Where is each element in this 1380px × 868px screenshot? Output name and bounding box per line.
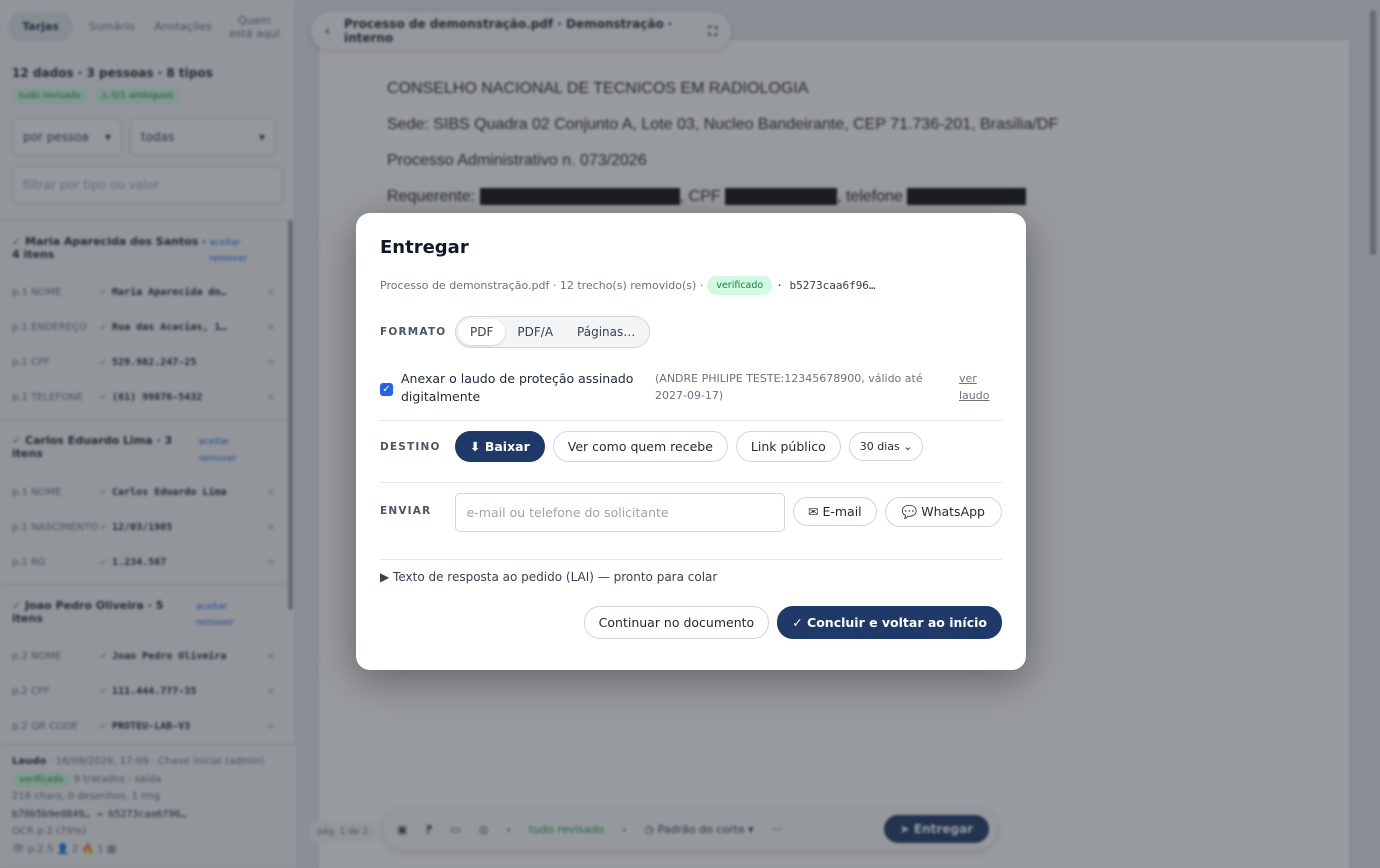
view-laudo-link[interactable]: ver laudo — [959, 370, 999, 404]
chat-bubble-icon: 💬 — [901, 504, 922, 520]
signer-info: (ANDRE PHILIPE TESTE:12345678900, válido… — [655, 372, 923, 403]
dialog-meta: Processo de demonstração.pdf · 12 trecho… — [380, 276, 1002, 295]
finish-button[interactable]: ✓ Concluir e voltar ao início — [777, 606, 1002, 640]
recipient-input[interactable]: e-mail ou telefone do solicitante — [454, 493, 786, 533]
download-button[interactable]: ⬇ Baixar — [455, 431, 545, 463]
deliver-dialog: Entregar Processo de demonstração.pdf · … — [356, 213, 1026, 670]
chevron-down-icon: ⌄ — [903, 440, 913, 454]
view-as-recipient-button[interactable]: Ver como quem recebe — [552, 431, 728, 463]
document-hash: · b5273caa6f96… — [776, 279, 876, 292]
public-link-button[interactable]: Link público — [735, 431, 841, 463]
continue-button[interactable]: Continuar no documento — [583, 606, 770, 640]
destination-row: DESTINO ⬇ Baixar Ver como quem recebe Li… — [380, 431, 1002, 484]
whatsapp-button[interactable]: 💬 WhatsApp — [884, 497, 1002, 528]
meta-text: Processo de demonstração.pdf · 12 trecho… — [380, 279, 704, 292]
mail-icon: ✉ — [808, 504, 823, 520]
send-label: ENVIAR — [380, 505, 432, 518]
format-pdf[interactable]: PDF — [458, 319, 506, 345]
triangle-right-icon: ▶ — [380, 570, 394, 585]
email-button[interactable]: ✉ E-mail — [793, 497, 877, 527]
format-segmented: PDF PDF/A Páginas… — [455, 316, 651, 348]
send-row: ENVIAR e-mail ou telefone do solicitante… — [380, 493, 1002, 561]
format-label: FORMATO — [380, 326, 447, 338]
format-row: FORMATO PDF PDF/A Páginas… — [380, 316, 1002, 348]
attach-row: ✓ Anexar o laudo de proteção assinado di… — [380, 370, 1002, 422]
lai-disclosure[interactable]: ▶ Texto de resposta ao pedido (LAI) — pr… — [380, 570, 1002, 584]
format-pdfa[interactable]: PDF/A — [505, 319, 565, 345]
attach-checkbox[interactable]: ✓ — [380, 383, 393, 396]
attach-label[interactable]: Anexar o laudo de proteção assinado digi… — [401, 370, 647, 406]
dialog-title: Entregar — [380, 237, 469, 258]
dialog-actions: Continuar no documento ✓ Concluir e volt… — [380, 606, 1002, 640]
format-pages[interactable]: Páginas… — [565, 319, 647, 345]
destination-label: DESTINO — [380, 440, 441, 453]
expiry-select[interactable]: 30 dias ⌄ — [848, 432, 924, 462]
verified-badge: verificado — [707, 276, 773, 295]
